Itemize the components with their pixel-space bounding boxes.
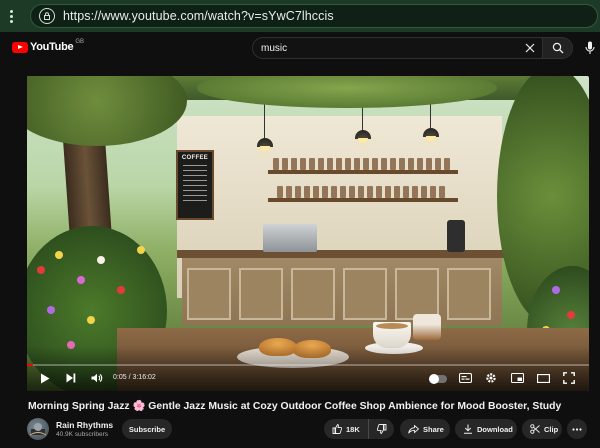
share-icon: [408, 424, 419, 434]
youtube-logo[interactable]: YouTube GB: [12, 39, 84, 53]
flower: [37, 266, 45, 274]
download-label: Download: [477, 424, 513, 434]
share-button[interactable]: Share: [400, 419, 450, 439]
like-dislike-group: 18K: [324, 419, 394, 439]
channel-name[interactable]: Rain Rhythms: [56, 420, 113, 430]
shelf-jars: [277, 186, 445, 198]
dessert-glass: [413, 314, 441, 340]
time-display: 0:05 / 3:16:02: [113, 374, 156, 381]
search-value[interactable]: music: [261, 43, 520, 54]
fullscreen-icon[interactable]: [561, 370, 577, 386]
shelf: [268, 198, 458, 202]
chalkboard-title: COFFEE: [181, 155, 209, 161]
theater-mode-icon[interactable]: [535, 370, 551, 386]
youtube-header: YouTube GB music: [0, 32, 600, 64]
shelf: [268, 170, 458, 174]
share-label: Share: [423, 424, 444, 434]
search-button[interactable]: [543, 37, 573, 59]
like-button[interactable]: 18K: [324, 419, 369, 439]
browser-menu-icon[interactable]: [0, 0, 22, 32]
flower: [87, 316, 95, 324]
flower: [552, 286, 560, 294]
flower: [47, 306, 55, 314]
browser-bar: https://www.youtube.com/watch?v=sYwC7lhc…: [0, 0, 600, 32]
flower: [77, 276, 85, 284]
search-icon: [552, 42, 563, 54]
next-icon[interactable]: [63, 370, 79, 386]
volume-icon[interactable]: [89, 370, 105, 386]
shelf-jars: [273, 158, 450, 170]
flower: [137, 246, 145, 254]
counter-panel: [291, 268, 335, 320]
dislike-button[interactable]: [369, 419, 395, 439]
like-count: 18K: [346, 424, 360, 434]
counter-panel: [395, 268, 439, 320]
video-player[interactable]: COFFEE: [27, 76, 589, 391]
avatar[interactable]: [27, 418, 49, 440]
clip-label: Clip: [544, 424, 559, 434]
clip-button[interactable]: Clip: [522, 419, 562, 439]
gear-icon[interactable]: [483, 370, 499, 386]
flower: [97, 256, 105, 264]
counter-panel: [447, 268, 491, 320]
autoplay-toggle[interactable]: [429, 374, 447, 384]
pendant-lamp: [355, 90, 371, 143]
coffee-cup: [373, 322, 411, 348]
close-icon[interactable]: [520, 38, 540, 58]
chalkboard-menu: COFFEE: [176, 150, 214, 220]
mic-icon[interactable]: [585, 41, 599, 57]
search-input[interactable]: music: [252, 37, 543, 59]
miniplayer-icon[interactable]: [509, 370, 525, 386]
more-horizontal-icon: [572, 427, 582, 431]
pendant-lamp: [257, 98, 273, 151]
player-controls: 0:05 / 3:16:02: [27, 366, 589, 390]
flower: [55, 251, 63, 259]
download-icon: [464, 424, 472, 434]
subtitles-icon[interactable]: [457, 370, 473, 386]
scissors-icon: [530, 424, 540, 434]
download-button[interactable]: Download: [455, 419, 517, 439]
more-options-button[interactable]: [567, 419, 587, 439]
address-bar[interactable]: https://www.youtube.com/watch?v=sYwC7lhc…: [30, 4, 598, 28]
counter-panel: [343, 268, 387, 320]
site-info-icon[interactable]: [39, 8, 55, 24]
youtube-play-icon: [12, 41, 28, 53]
thumbs-up-icon: [332, 424, 342, 434]
country-code: GB: [75, 39, 84, 45]
espresso-machine: [263, 224, 317, 252]
subscribe-button[interactable]: Subscribe: [122, 419, 172, 439]
video-title: Morning Spring Jazz 🌸 Gentle Jazz Music …: [28, 401, 562, 412]
thumbs-down-icon: [376, 424, 387, 434]
flower: [567, 311, 575, 319]
counter-panel: [239, 268, 283, 320]
play-icon[interactable]: [37, 370, 53, 386]
subscriber-count: 40.9K subscribers: [56, 431, 109, 438]
logo-text: YouTube: [30, 41, 74, 53]
pendant-lamp: [423, 88, 439, 141]
coffee-grinder: [447, 220, 465, 252]
flower: [117, 286, 125, 294]
counter-panel: [187, 268, 231, 320]
url-text[interactable]: https://www.youtube.com/watch?v=sYwC7lhc…: [63, 9, 334, 23]
